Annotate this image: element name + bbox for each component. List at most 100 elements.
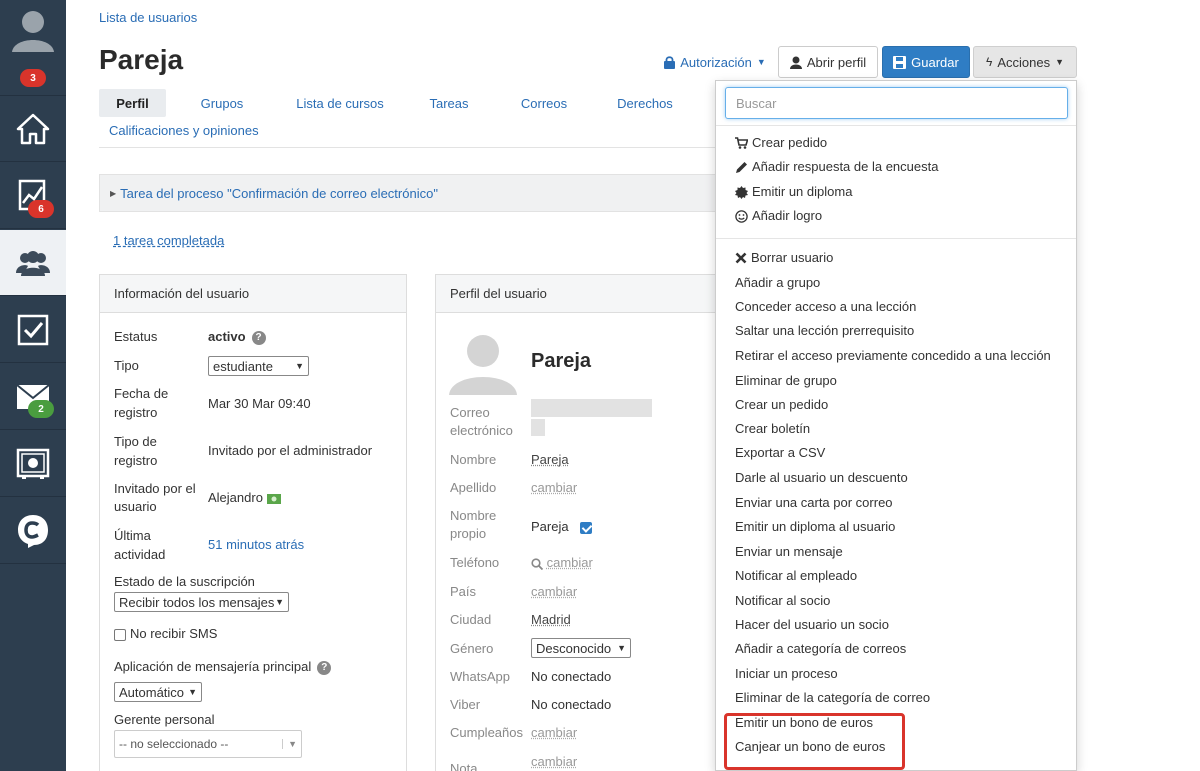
sidebar-item-users[interactable]: [0, 230, 66, 296]
action-make-partner[interactable]: Hacer del usuario un socio: [735, 616, 889, 634]
tab-tareas[interactable]: Tareas: [419, 89, 479, 117]
country-change-link[interactable]: cambiar: [531, 582, 577, 601]
own-name-label-2: propio: [450, 524, 486, 543]
no-sms-checkbox[interactable]: [114, 629, 126, 641]
no-sms-row: No recibir SMS: [114, 624, 217, 643]
chevron-down-icon: ▼: [188, 687, 197, 697]
process-task-bar[interactable]: ▶ Tarea del proceso "Confirmación de cor…: [99, 174, 719, 212]
own-name-value: Pareja: [531, 519, 569, 534]
birthday-label: Cumpleaños: [450, 723, 523, 742]
tab-grupos[interactable]: Grupos: [187, 89, 257, 117]
last-activity-value[interactable]: 51 minutos atrás: [208, 535, 304, 554]
action-add-survey-answer[interactable]: Añadir respuesta de la encuesta: [735, 158, 938, 176]
action-remove-mail-category[interactable]: Eliminar de la categoría de correo: [735, 689, 930, 707]
notification-badge: 3: [20, 69, 46, 87]
viber-label: Viber: [450, 695, 480, 714]
open-profile-button[interactable]: Abrir perfil: [778, 46, 878, 78]
action-notify-employee[interactable]: Notificar al empleado: [735, 567, 857, 585]
email-label-2: electrónico: [450, 421, 513, 440]
chevron-down-icon: ▼: [295, 361, 304, 371]
action-export-csv[interactable]: Exportar a CSV: [735, 444, 825, 462]
action-send-message[interactable]: Enviar un mensaje: [735, 543, 843, 561]
tab-derechos[interactable]: Derechos: [609, 89, 681, 117]
action-label: Crear pedido: [752, 134, 827, 152]
action-issue-diploma[interactable]: Emitir un diploma: [735, 183, 852, 201]
help-icon[interactable]: ?: [252, 331, 266, 345]
help-icon[interactable]: ?: [317, 661, 331, 675]
main-content: Lista de usuarios Pareja Autorización ▼ …: [66, 0, 1200, 771]
whatsapp-value: No conectado: [531, 667, 611, 686]
manager-select[interactable]: -- no seleccionado -- ▼: [114, 730, 302, 758]
breadcrumb[interactable]: Lista de usuarios: [99, 10, 197, 25]
safe-icon: [16, 448, 50, 480]
tab-perfil[interactable]: Perfil: [99, 89, 166, 117]
type-select[interactable]: estudiante ▼: [208, 356, 309, 376]
actions-label: Acciones: [997, 55, 1050, 70]
type-label: Tipo: [114, 356, 139, 375]
action-send-letter[interactable]: Enviar una carta por correo: [735, 494, 893, 512]
type-select-value: estudiante: [213, 359, 273, 374]
sidebar-item-tasks[interactable]: [0, 297, 66, 363]
actions-search-input[interactable]: [725, 87, 1068, 119]
first-name-value[interactable]: Pareja: [531, 450, 569, 469]
action-create-order[interactable]: Crear pedido: [735, 134, 827, 152]
last-name-change-link[interactable]: cambiar: [531, 478, 577, 497]
email-label-1: Correo: [450, 403, 490, 422]
sidebar-item-mail[interactable]: 2: [0, 364, 66, 430]
profile-name: Pareja: [531, 349, 591, 373]
save-button[interactable]: Guardar: [882, 46, 970, 78]
birthday-change-link[interactable]: cambiar: [531, 723, 577, 742]
chat-logo-icon: [16, 513, 50, 549]
tab-calificaciones[interactable]: Calificaciones y opiniones: [109, 116, 274, 144]
action-notify-partner[interactable]: Notificar al socio: [735, 592, 830, 610]
email-value-blurred: [531, 399, 652, 417]
subscription-select-value: Recibir todos los mensajes: [119, 595, 274, 610]
action-remove-from-group[interactable]: Eliminar de grupo: [735, 372, 837, 390]
sidebar-avatar[interactable]: 3: [0, 0, 66, 96]
sidebar-item-chat[interactable]: [0, 498, 66, 564]
phone-row[interactable]: cambiar: [531, 553, 593, 572]
gender-select[interactable]: Desconocido ▼: [531, 638, 631, 658]
sidebar-item-stats[interactable]: 6: [0, 163, 66, 229]
authorization-label: Autorización: [680, 55, 752, 70]
chevron-down-icon: ▼: [275, 597, 284, 607]
no-sms-label: No recibir SMS: [130, 626, 217, 641]
action-revoke-lesson-access[interactable]: Retirar el acceso previamente concedido …: [735, 347, 1051, 365]
first-name-label: Nombre: [450, 450, 496, 469]
own-name-checkbox[interactable]: [580, 522, 592, 534]
users-icon: [16, 249, 50, 277]
sidebar-item-settings[interactable]: [0, 431, 66, 497]
action-grant-lesson-access[interactable]: Conceder acceso a una lección: [735, 298, 916, 316]
action-create-newsletter[interactable]: Crear boletín: [735, 420, 810, 438]
tab-correos[interactable]: Correos: [509, 89, 579, 117]
action-skip-prerequisite[interactable]: Saltar una lección prerrequisito: [735, 322, 914, 340]
profile-photo-placeholder-icon: [449, 329, 517, 395]
invited-value[interactable]: Alejandro: [208, 490, 263, 505]
action-issue-diploma-to-user[interactable]: Emitir un diploma al usuario: [735, 518, 895, 536]
pencil-icon: [735, 161, 748, 174]
action-add-achievement[interactable]: Añadir logro: [735, 207, 822, 225]
city-value[interactable]: Madrid: [531, 610, 571, 629]
tab-lista-de-cursos[interactable]: Lista de cursos: [285, 89, 395, 117]
messenger-select[interactable]: Automático ▼: [114, 682, 202, 702]
gender-label: Género: [450, 639, 493, 658]
actions-dropdown: Crear pedido Añadir respuesta de la encu…: [715, 80, 1077, 771]
note-change-link[interactable]: cambiar: [531, 752, 577, 771]
dropdown-divider: [716, 125, 1076, 126]
last-name-label: Apellido: [450, 478, 496, 497]
action-create-an-order[interactable]: Crear un pedido: [735, 396, 828, 414]
action-start-process[interactable]: Iniciar un proceso: [735, 665, 838, 683]
completed-tasks-link[interactable]: 1 tarea completada: [113, 233, 224, 248]
action-delete-user[interactable]: Borrar usuario: [735, 249, 833, 267]
action-add-mail-category[interactable]: Añadir a categoría de correos: [735, 640, 906, 658]
action-add-to-group[interactable]: Añadir a grupo: [735, 274, 820, 292]
authorization-button[interactable]: Autorización ▼: [662, 46, 768, 78]
messenger-label-row: Aplicación de mensajería principal?: [114, 657, 331, 676]
invited-label-1: Invitado por el: [114, 479, 196, 498]
actions-button[interactable]: ϟ Acciones ▼: [973, 46, 1077, 78]
action-give-discount[interactable]: Darle al usuario un descuento: [735, 469, 908, 487]
subscription-select[interactable]: Recibir todos los mensajes ▼: [114, 592, 289, 612]
viber-value: No conectado: [531, 695, 611, 714]
sidebar-item-home[interactable]: [0, 96, 66, 162]
money-icon: [267, 494, 281, 504]
